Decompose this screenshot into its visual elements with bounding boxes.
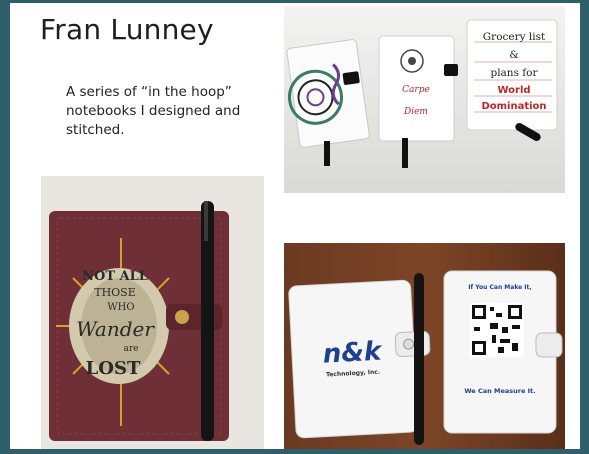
svg-text:Wander: Wander (76, 317, 155, 341)
nk-tagline-top: If You Can Make It, (468, 284, 531, 291)
grocery-line-3: plans for (490, 67, 538, 79)
qr-code-icon (470, 303, 524, 357)
nk-logo: n&k (322, 337, 384, 370)
grocery-line-2: & (509, 49, 518, 61)
slide-description: A series of “in the hoop” notebooks I de… (66, 84, 241, 138)
grocery-line-5: Domination (481, 101, 546, 112)
diem-text: Diem (403, 107, 428, 117)
photo-leather-notebook: NOT ALL THOSE WHO Wander are LOST (41, 176, 264, 449)
svg-text:WHO: WHO (107, 302, 134, 313)
notebook-nk-qr: If You Can Make It, We Can Measure It. (443, 270, 563, 434)
slide-title: Fran Lunney (40, 13, 214, 46)
carpe-text: Carpe (402, 85, 430, 95)
notebook-grocery-list: Grocery list & plans for World Dominatio… (466, 19, 558, 131)
nk-tagline-bottom: We Can Measure It. (464, 387, 535, 395)
grocery-line-1: Grocery list (483, 31, 546, 43)
notebook-carpe-diem: Carpe Diem (378, 35, 458, 142)
svg-text:LOST: LOST (86, 358, 141, 379)
grocery-line-4: World (497, 85, 530, 96)
svg-text:NOT ALL: NOT ALL (82, 269, 148, 284)
svg-text:are: are (124, 344, 139, 354)
slide: Fran Lunney A series of “in the hoop” no… (10, 3, 580, 449)
photo-three-notebooks: Carpe Diem Grocery list & plans for Worl… (284, 6, 565, 193)
svg-text:THOSE: THOSE (94, 286, 136, 299)
photo-nk-notebooks: n&k Technology, Inc. If You Can Make It, (284, 243, 565, 449)
